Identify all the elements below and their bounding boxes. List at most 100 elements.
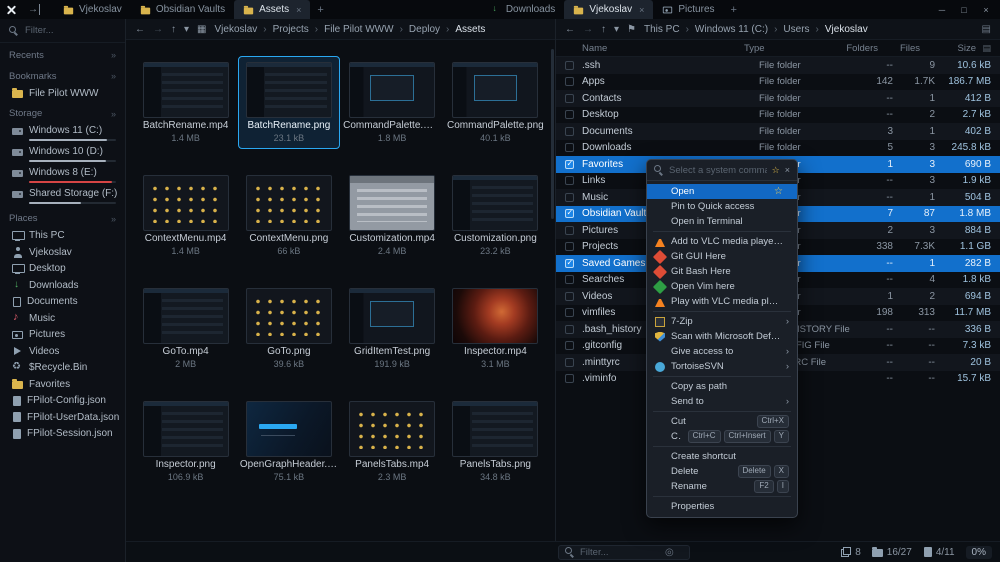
close-menu-icon[interactable]: × (785, 165, 790, 175)
file-item[interactable]: GridItemTest.png 191.9 kB (341, 282, 443, 375)
history-dropdown-icon[interactable]: ▾ (614, 24, 619, 35)
menu-item[interactable]: Cut Ctrl+X (647, 414, 797, 429)
row-checkbox[interactable] (565, 61, 574, 70)
section-header-bookmarks[interactable]: Bookmarks » (0, 67, 125, 85)
command-search-input[interactable] (669, 165, 767, 176)
section-header-storage[interactable]: Storage » (0, 105, 125, 123)
file-item[interactable]: Inspector.mp4 3.1 MB (444, 282, 546, 375)
sidebar-place-item[interactable]: This PC (0, 228, 125, 245)
sidebar-place-item[interactable]: FPilot-Config.json (0, 393, 125, 410)
menu-item[interactable]: Copy Ctrl+CCtrl+InsertY (647, 429, 797, 444)
file-item[interactable]: PanelsTabs.png 34.8 kB (444, 395, 546, 488)
breadcrumb-segment[interactable]: Assets (440, 24, 485, 35)
menu-item[interactable]: Send to › (647, 394, 797, 409)
back-button[interactable]: ← (565, 24, 575, 35)
breadcrumb-segment[interactable]: File Pilot WWW (309, 24, 394, 35)
column-header-folders[interactable]: Folders (832, 43, 878, 54)
up-button[interactable]: ↑ (601, 24, 606, 35)
row-checkbox[interactable] (565, 94, 574, 103)
menu-item[interactable]: Git Bash Here (647, 264, 797, 279)
sidebar-place-item[interactable]: Documents (0, 294, 125, 311)
file-item[interactable]: CommandPalette.mp4 1.8 MB (341, 56, 443, 149)
breadcrumb-segment[interactable]: This PC (644, 24, 680, 35)
row-checkbox[interactable] (565, 226, 574, 235)
row-checkbox[interactable] (565, 160, 574, 169)
file-row[interactable]: Documents File folder 3 1 402 B (556, 123, 1000, 140)
sidebar-drive-item[interactable]: Shared Storage (F:) (0, 186, 125, 207)
row-checkbox[interactable] (565, 341, 574, 350)
sidebar-place-item[interactable]: Desktop (0, 261, 125, 278)
column-header-files[interactable]: Files (878, 43, 920, 54)
filter-target-icon[interactable]: ◎ (665, 547, 674, 558)
sidebar-place-item[interactable]: Downloads (0, 277, 125, 294)
file-row[interactable]: Apps File folder 142 1.7K 186.7 MB (556, 74, 1000, 91)
menu-item[interactable]: Give access to › (647, 344, 797, 359)
row-checkbox[interactable] (565, 110, 574, 119)
row-checkbox[interactable] (565, 292, 574, 301)
sidebar-place-item[interactable]: FPilot-UserData.json (0, 409, 125, 426)
column-header-size[interactable]: Size (920, 43, 976, 54)
file-item[interactable]: Customization.png 23.2 kB (444, 169, 546, 262)
favorites-filter-icon[interactable]: ☆ (772, 165, 780, 176)
menu-item[interactable]: Open ☆ (647, 184, 797, 199)
file-item[interactable]: Customization.mp4 2.4 MB (341, 169, 443, 262)
bookmark-flag-icon[interactable]: ⚑ (627, 24, 636, 35)
breadcrumb-segment[interactable]: Vjekoslav (214, 24, 257, 35)
row-checkbox[interactable] (565, 193, 574, 202)
row-checkbox[interactable] (565, 127, 574, 136)
sidebar-drive-item[interactable]: Windows 10 (D:) (0, 144, 125, 165)
sidebar-bookmark-item[interactable]: File Pilot WWW (0, 85, 125, 102)
row-checkbox[interactable] (565, 275, 574, 284)
close-tab-icon[interactable]: × (296, 5, 301, 15)
row-checkbox[interactable] (565, 358, 574, 367)
breadcrumb-segment[interactable]: Projects (257, 24, 308, 35)
history-dropdown-icon[interactable]: ▾ (184, 24, 189, 35)
section-header-recents[interactable]: Recents » (0, 46, 125, 64)
new-tab-button[interactable]: + (724, 0, 744, 19)
sidebar-drive-item[interactable]: Windows 8 (E:) (0, 165, 125, 186)
file-item[interactable]: GoTo.png 39.6 kB (238, 282, 340, 375)
collapse-sidebar-icon[interactable]: → (22, 0, 46, 19)
forward-button[interactable]: → (583, 24, 593, 35)
file-item[interactable]: ContextMenu.png 66 kB (238, 169, 340, 262)
column-header-name[interactable]: Name (565, 43, 744, 54)
file-item[interactable]: GoTo.mp4 2 MB (135, 282, 237, 375)
file-item[interactable]: CommandPalette.png 40.1 kB (444, 56, 546, 149)
menu-item[interactable]: Play with VLC media player (647, 294, 797, 309)
menu-item[interactable]: Add to VLC media player's Playlist (647, 234, 797, 249)
sidebar-place-item[interactable]: Pictures (0, 327, 125, 344)
column-header-type[interactable]: Type (744, 43, 832, 54)
file-row[interactable]: .ssh File folder -- 9 10.6 kB (556, 57, 1000, 74)
tab[interactable]: Pictures (653, 0, 723, 19)
file-item[interactable]: BatchRename.mp4 1.4 MB (135, 56, 237, 149)
file-item[interactable]: PanelsTabs.mp4 2.3 MB (341, 395, 443, 488)
sidebar-place-item[interactable]: Music (0, 310, 125, 327)
sidebar-place-item[interactable]: $Recycle.Bin (0, 360, 125, 377)
new-tab-button[interactable]: + (310, 0, 330, 19)
row-checkbox[interactable] (565, 259, 574, 268)
row-checkbox[interactable] (565, 325, 574, 334)
tab[interactable]: Assets × (234, 0, 310, 19)
tab[interactable]: Downloads (481, 0, 564, 19)
tab[interactable]: Vjekoslav (54, 0, 131, 19)
file-row[interactable]: Desktop File folder -- 2 2.7 kB (556, 107, 1000, 124)
column-layout-icon[interactable]: ▤ (982, 24, 991, 35)
header-settings-icon[interactable]: ▤ (976, 43, 991, 54)
forward-button[interactable]: → (153, 24, 163, 35)
close-button[interactable]: × (976, 5, 996, 15)
row-checkbox[interactable] (565, 77, 574, 86)
file-item[interactable]: OpenGraphHeader.png 75.1 kB (238, 395, 340, 488)
close-tab-icon[interactable]: × (639, 5, 644, 15)
sidebar-filter[interactable] (0, 19, 125, 43)
menu-item[interactable]: Rename F2I (647, 479, 797, 494)
back-button[interactable]: ← (135, 24, 145, 35)
command-search[interactable]: ☆ × (647, 160, 797, 181)
menu-item[interactable]: Open Vim here (647, 279, 797, 294)
breadcrumb-segment[interactable]: Vjekoslav (810, 24, 868, 35)
favorite-star-icon[interactable]: ☆ (774, 186, 783, 197)
sidebar-drive-item[interactable]: Windows 11 (C:) (0, 123, 125, 144)
section-header-places[interactable]: Places » (0, 210, 125, 228)
breadcrumb-segment[interactable]: Windows 11 (C:) (680, 24, 769, 35)
tab[interactable]: Vjekoslav × (564, 0, 653, 19)
breadcrumb-segment[interactable]: Deploy (394, 24, 440, 35)
